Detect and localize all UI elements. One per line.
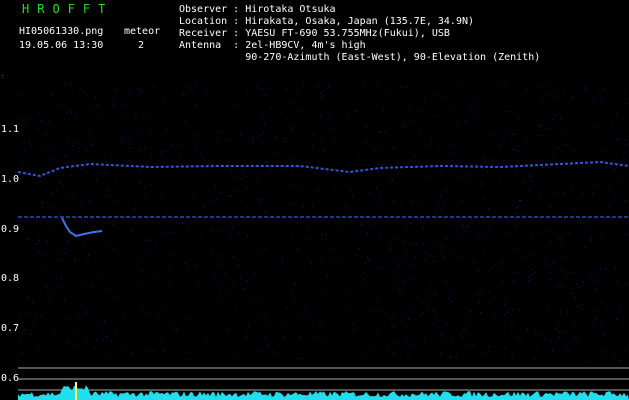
antenna-line-2: 90-270-Azimuth (East-West), 90-Elevation…: [179, 52, 541, 63]
y-tick-0-8: 0.8: [1, 273, 20, 284]
location-line: Location : Hirakata, Osaka, Japan (135.7…: [179, 16, 475, 27]
date-time: 19.05.06 13:30: [19, 40, 104, 51]
meteor-label: meteor: [124, 26, 161, 37]
file-name: HI05061330.png: [19, 26, 104, 37]
y-tick-0-7: 0.7: [1, 323, 20, 334]
receiver-line: Receiver : YAESU FT-690 53.755MHz(Fukui)…: [179, 28, 450, 39]
y-tick-0-9: 0.9: [1, 224, 20, 235]
y-tick-1-0: 1.0: [1, 174, 20, 185]
y-tick-1-1: 1.1: [1, 124, 20, 135]
app-title: HROFFT: [22, 2, 114, 16]
antenna-line: Antenna : 2el-HB9CV, 4m's high: [179, 40, 366, 51]
spectrogram: [0, 76, 629, 400]
y-tick-0-6: 0.6: [1, 373, 20, 384]
observer-line: Observer : Hirotaka Otsuka: [179, 4, 336, 15]
meteor-count: 2: [138, 40, 145, 51]
